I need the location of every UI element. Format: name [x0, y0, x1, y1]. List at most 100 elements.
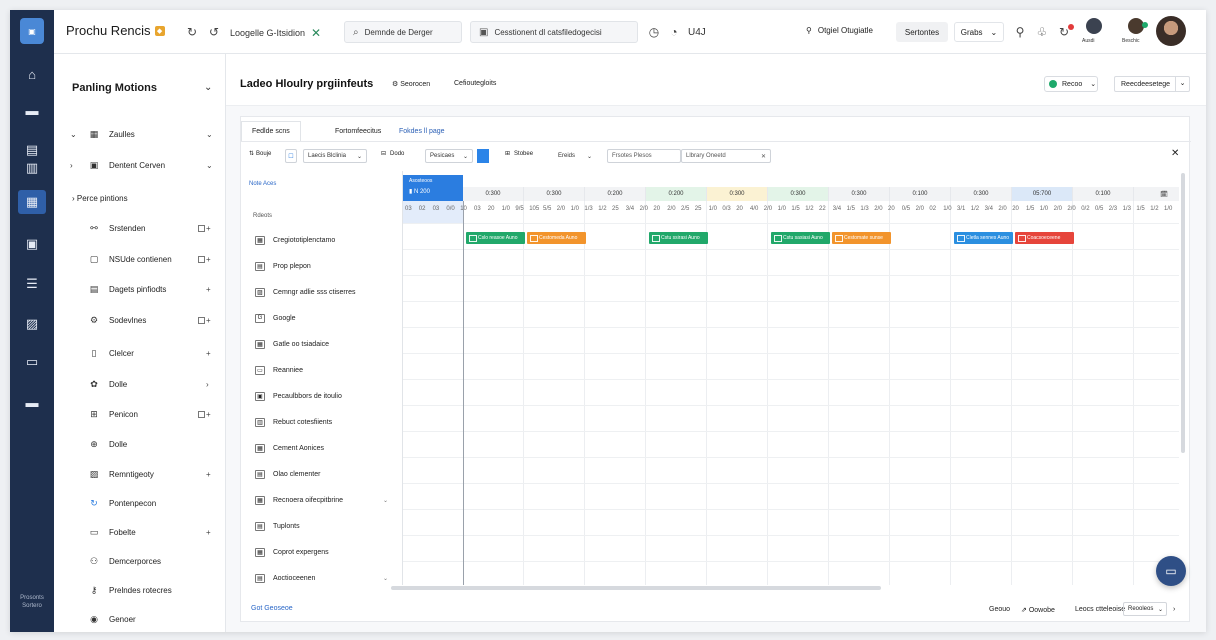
scroll-thumb[interactable] — [391, 586, 881, 590]
checkbox[interactable] — [198, 224, 205, 232]
clear-icon[interactable]: ✕ — [761, 153, 766, 160]
horizontal-scrollbar[interactable] — [391, 585, 1179, 591]
briefcase-icon[interactable]: ▬ — [18, 98, 46, 122]
sidebar-sub-item[interactable]: ⚷ Prelndes rotecres — [54, 581, 226, 599]
chevron-right-icon[interactable]: › — [206, 380, 209, 389]
sidebar-sub-item[interactable]: ▨ Remntigeoty + — [54, 465, 226, 483]
sidebar-section[interactable]: › Perce pintions — [72, 194, 128, 203]
tab-third[interactable]: Fokdes ll page — [389, 121, 455, 141]
sidebar-sub-item[interactable]: ⊞ Penicon + — [54, 405, 226, 423]
sidebar-sub-item[interactable]: ⚯ Srstenden + — [54, 219, 226, 237]
task-row[interactable]: ▦ Coprot expergens — [241, 539, 403, 565]
sidebar-sub-item[interactable]: ⊕ Dolle — [54, 435, 226, 453]
task-row[interactable]: ▨ Cemngr adlie sss ctiserres — [241, 279, 403, 305]
list-icon[interactable]: ▥ — [18, 156, 46, 180]
selected-column-header[interactable]: Asosteoos ▮ N 200 — [403, 175, 463, 201]
status-dropdown[interactable]: Recoo ⌄ — [1044, 76, 1098, 92]
sidebar-sub-item[interactable]: ✿ Dolle › — [54, 375, 226, 393]
search-input[interactable]: ⌕ Demnde de Derger — [344, 21, 462, 43]
scroll-thumb[interactable] — [1181, 173, 1185, 453]
checkbox[interactable] — [198, 316, 205, 324]
toolbar-select-3[interactable]: Ereids ⌄ — [553, 149, 597, 163]
timeline-column-header[interactable]: 0:200 — [646, 187, 707, 201]
tab-first[interactable]: Fedlde scns — [241, 121, 301, 141]
app-logo-icon[interactable]: ▣ — [20, 18, 44, 44]
chevron-down-icon[interactable]: ⌄ — [383, 575, 388, 582]
toolbar-blue-toggle[interactable] — [477, 149, 489, 163]
tab-second[interactable]: Fortomfeecitus — [325, 121, 391, 141]
task-row[interactable]: ▥ Rebuct cotesfiients — [241, 409, 403, 435]
collection-selector[interactable]: ▣ Cesstionent dl catsfiledogecisi — [470, 21, 638, 43]
timeline-column-header[interactable]: 0:300 — [951, 187, 1012, 201]
add-icon[interactable]: + — [206, 285, 211, 294]
task-row[interactable]: ▤ Tuplonts — [241, 513, 403, 539]
sidebar-sub-item[interactable]: ◉ Genoer — [54, 610, 226, 628]
task-column-header[interactable]: Note Aces — [249, 181, 276, 187]
header-link-1[interactable]: ⚙ Seorocen — [392, 80, 430, 88]
toolbar-select-1[interactable]: Laecis Blclinia ⌄ — [303, 149, 367, 163]
gantt-bar[interactable]: Cstu ssirasi Auno — [649, 232, 708, 244]
add-icon[interactable]: + — [206, 349, 211, 358]
add-icon[interactable]: + — [206, 470, 211, 479]
user-avatar-1[interactable] — [1086, 18, 1102, 34]
toolbar-toggle[interactable]: ☐ — [285, 149, 297, 163]
sidebar-item-zaulles[interactable]: ⌄ ▦ Zaulles ⌄ — [54, 125, 226, 143]
timeline-column-header[interactable]: 0:300 — [768, 187, 829, 201]
footer-select[interactable]: Reooleos ⌄ — [1123, 602, 1167, 616]
footer-link[interactable]: Got Geoseoe — [251, 605, 293, 612]
task-row[interactable]: ▭ Reanniee — [241, 357, 403, 383]
add-icon[interactable]: + — [206, 316, 211, 325]
chevron-down-icon[interactable]: ⌄ — [204, 82, 212, 93]
sidebar-item-dentent[interactable]: › ▣ Dentent Cerven ⌄ — [54, 156, 226, 174]
task-row[interactable]: ▦ Cregiototiplenctamo — [241, 227, 403, 253]
footer-item-2[interactable]: ⇗ Oowobe — [1021, 606, 1055, 614]
zoom-icon[interactable]: ⚲ — [1012, 24, 1028, 40]
task-row[interactable]: ▤ Prop plepon — [241, 253, 403, 279]
refresh-icon[interactable]: ↺ — [206, 24, 222, 40]
location-label[interactable]: ⚲ Otgiel Otugiatle — [806, 26, 873, 35]
task-row[interactable]: ▤ Aoctioceenen ⌄ — [241, 565, 403, 591]
filter-input-right[interactable]: Llbrary Oneetd ✕ — [681, 149, 771, 163]
task-row[interactable]: ▣ Pecaulbbors de itoulio — [241, 383, 403, 409]
sidebar-sub-item[interactable]: ▢ NSUde contienen + — [54, 250, 226, 268]
document-tab[interactable]: Loogelle G-Itsidion ✕ — [230, 26, 321, 40]
gantt-bar[interactable]: Cletla sennes Auno — [954, 232, 1013, 244]
timeline-column-header[interactable]: 0:100 — [1073, 187, 1134, 201]
menu-dropdown[interactable]: Grabs ⌄ — [954, 22, 1004, 42]
task-row[interactable]: ▦ Gatle oo tsiadaice — [241, 331, 403, 357]
chevron-down-icon[interactable]: ⌄ — [383, 497, 388, 504]
sync-icon[interactable]: ↻ — [184, 24, 200, 40]
sidebar-sub-item[interactable]: ⚇ Demcerporces — [54, 552, 226, 570]
image-nav-icon[interactable]: ▨ — [18, 312, 46, 336]
close-icon[interactable]: ✕ — [311, 26, 321, 40]
view-select[interactable]: Reecdeesetege ⌄ — [1114, 76, 1190, 92]
settings-button[interactable]: Sertontes — [896, 22, 948, 42]
history-icon[interactable]: ◔ — [666, 24, 682, 40]
add-icon[interactable]: + — [206, 528, 211, 537]
footer-item-3[interactable]: Leocs ctteleoise — [1075, 606, 1125, 613]
sidebar-sub-item[interactable]: ▭ Fobelte + — [54, 523, 226, 541]
grid-nav-icon[interactable]: ☰ — [18, 272, 46, 296]
timeline-column-header[interactable]: 0:100 — [890, 187, 951, 201]
task-row[interactable]: ▤ Olao clementer — [241, 461, 403, 487]
gantt-bar[interactable]: Cstu sasiasi Auno — [771, 232, 830, 244]
header-link-2[interactable]: Cefioutegloits — [454, 80, 496, 87]
gantt-bar[interactable]: Cestomeda Auno — [527, 232, 586, 244]
timeline-column-header[interactable]: 🗓 — [1134, 187, 1179, 201]
chevron-right-icon[interactable]: › — [1173, 606, 1175, 613]
gantt-bar[interactable]: Cestomate sunse — [832, 232, 891, 244]
inbox-icon[interactable]: ▣ — [18, 232, 46, 256]
folder-nav-icon[interactable]: ▬ — [18, 390, 46, 414]
profile-avatar[interactable] — [1156, 16, 1186, 46]
task-row[interactable]: ▦ Recnoera oifecpitbrine ⌄ — [241, 487, 403, 513]
gantt-bar[interactable]: Cslo reasoe Auno — [466, 232, 525, 244]
task-row[interactable]: G Google — [241, 305, 403, 331]
sidebar-sub-item[interactable]: ▤ Dagets pinfiodts + — [54, 280, 226, 298]
task-row[interactable]: ▦ Cement Aonices — [241, 435, 403, 461]
footer-item-1[interactable]: Geouo — [989, 606, 1010, 613]
timeline-column-header[interactable]: 0:300 — [707, 187, 768, 201]
timeline-column-header[interactable]: 0:200 — [585, 187, 646, 201]
calendar-nav-icon[interactable]: ▦ — [18, 190, 46, 214]
clock-icon[interactable]: ◷ — [646, 24, 662, 40]
bell-icon[interactable]: ♧ — [1034, 24, 1050, 40]
